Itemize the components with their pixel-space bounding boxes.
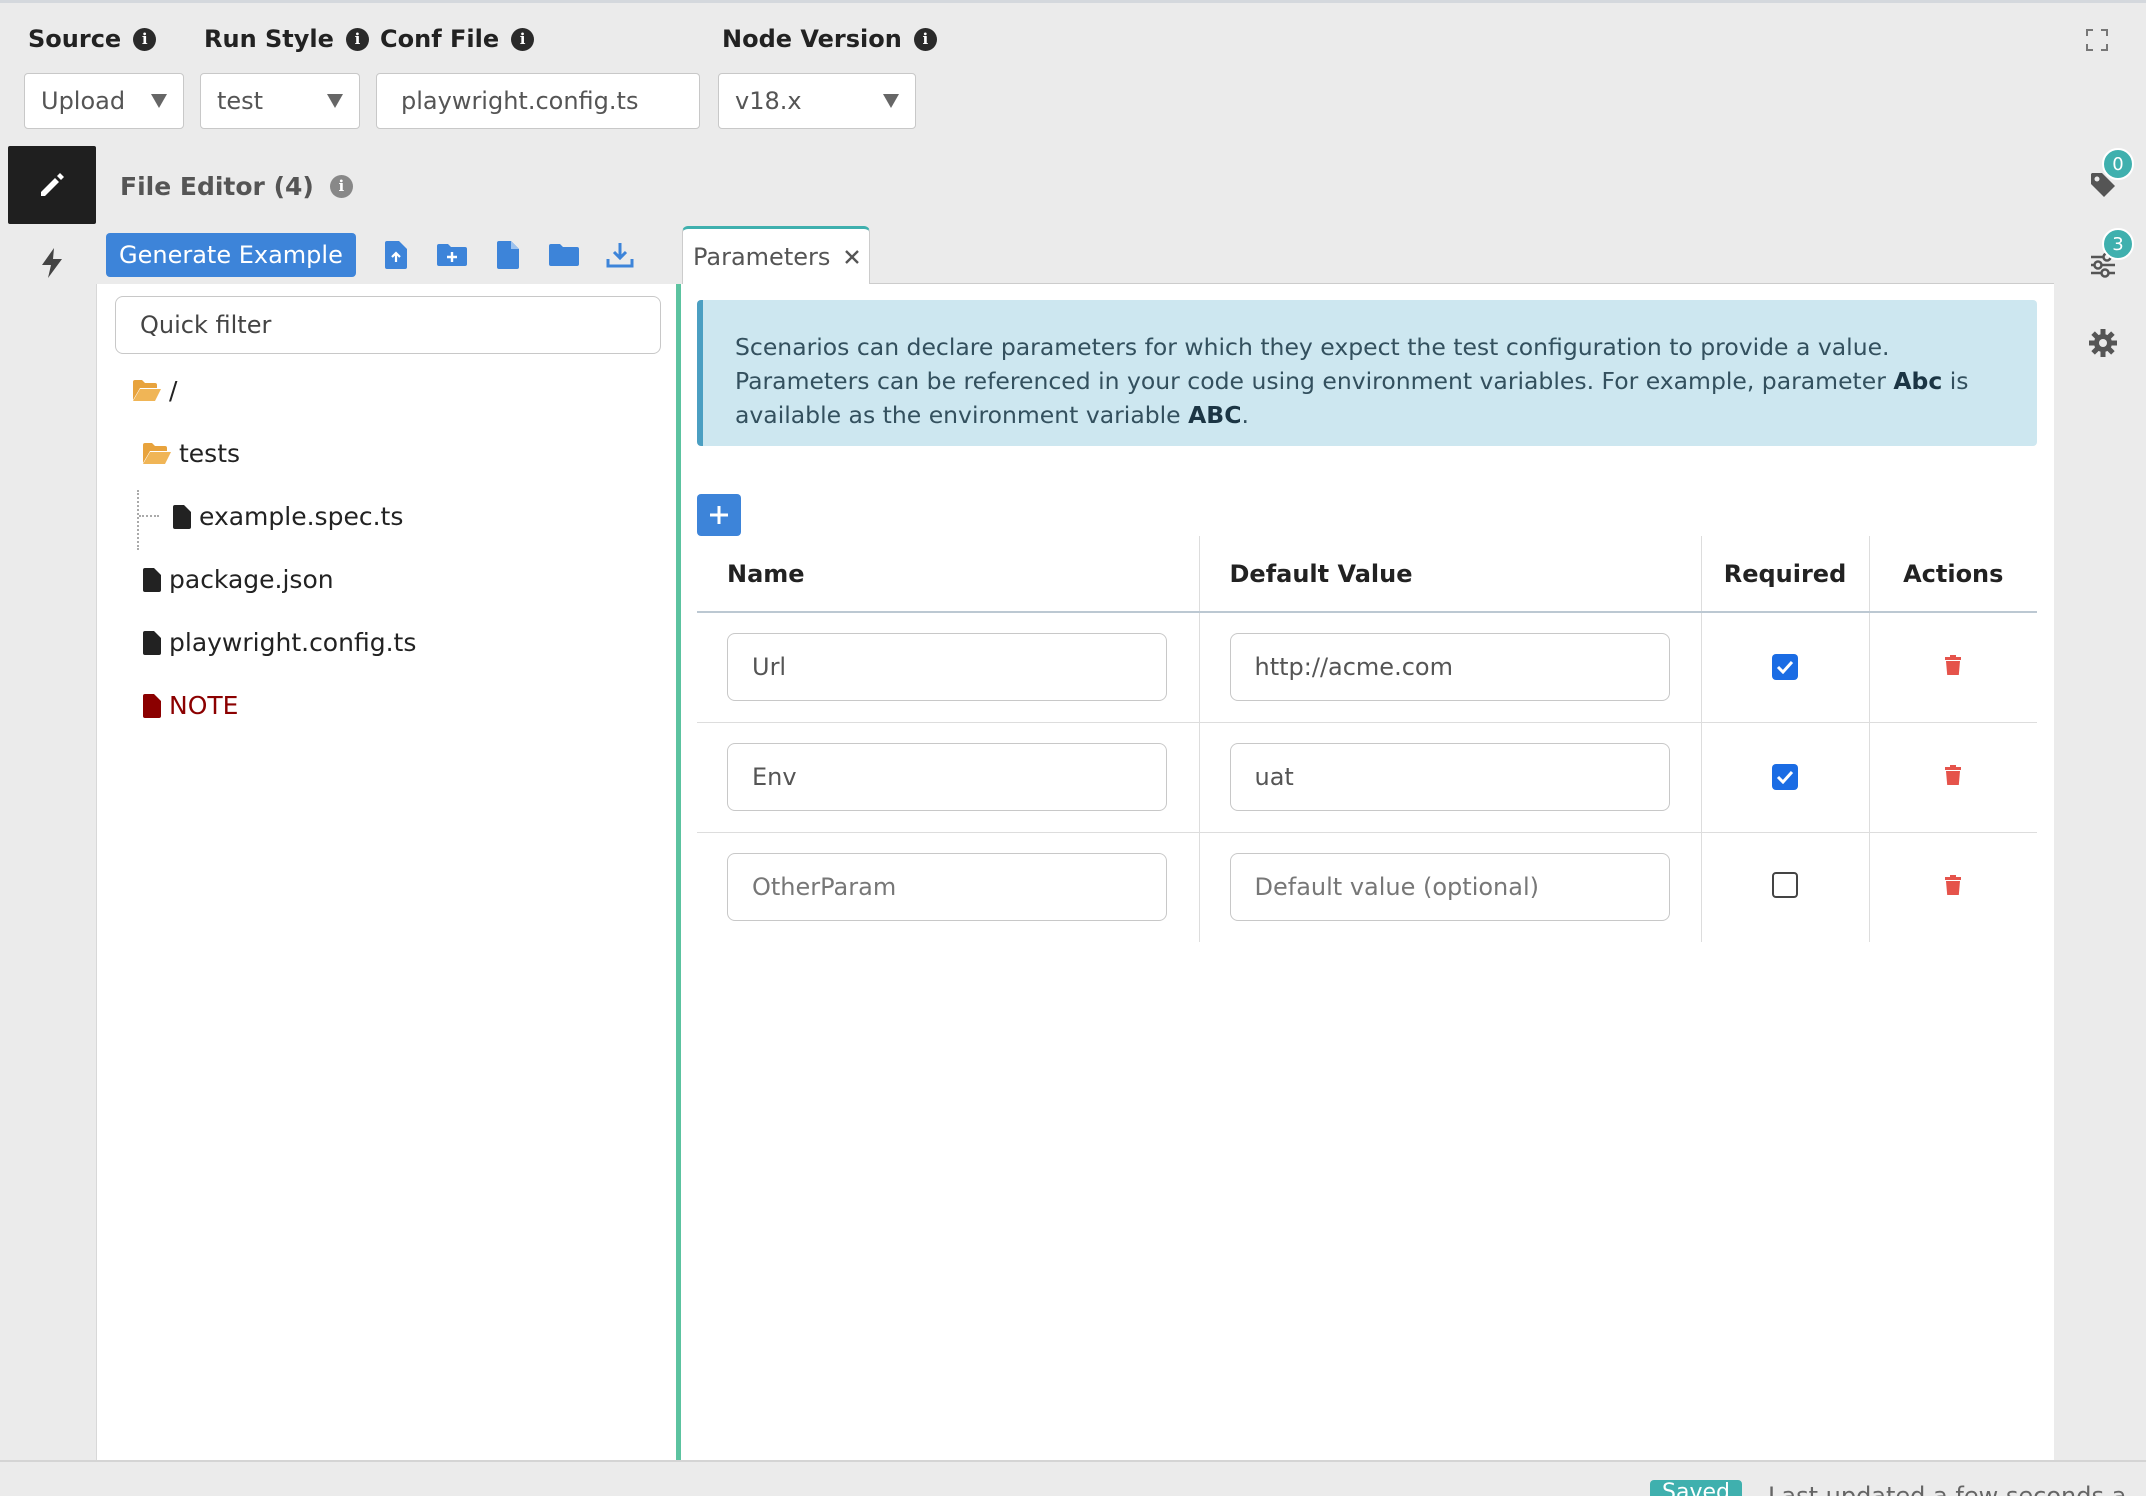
tree-guide-line bbox=[137, 490, 139, 550]
trash-icon[interactable] bbox=[1944, 874, 1962, 896]
parameter-default-input[interactable]: uat bbox=[1229, 743, 1670, 811]
filters-button[interactable]: 3 bbox=[2080, 228, 2134, 288]
chevron-down-icon bbox=[151, 94, 167, 108]
parameter-name-input[interactable]: OtherParam bbox=[727, 853, 1167, 922]
tags-count-badge: 0 bbox=[2102, 148, 2134, 180]
parameters-table: Name Default Value Required Actions Url … bbox=[697, 536, 2037, 942]
tab-parameters[interactable]: Parameters bbox=[682, 226, 870, 284]
new-folder-icon[interactable] bbox=[436, 239, 468, 271]
column-header-default: Default Value bbox=[1198, 536, 1701, 613]
tree-item-example-spec[interactable]: example.spec.ts bbox=[173, 502, 403, 531]
chevron-down-icon bbox=[327, 94, 343, 108]
parameters-panel: Scenarios can declare parameters for whi… bbox=[681, 284, 2054, 1460]
run-style-select[interactable]: test bbox=[200, 73, 360, 129]
required-checkbox[interactable] bbox=[1772, 872, 1798, 899]
parameters-info-alert: Scenarios can declare parameters for whi… bbox=[697, 300, 2037, 446]
file-editor-header: File Editor (4) i bbox=[96, 146, 2054, 226]
file-icon bbox=[143, 567, 161, 592]
generate-example-button[interactable]: Generate Example bbox=[106, 233, 356, 277]
last-updated-text: Last updated a few seconds a bbox=[1768, 1482, 2127, 1496]
info-icon[interactable]: i bbox=[133, 27, 157, 51]
filters-count-badge: 3 bbox=[2102, 228, 2134, 260]
upload-file-icon[interactable] bbox=[380, 239, 412, 271]
info-icon[interactable]: i bbox=[329, 174, 353, 198]
tree-item-playwright-config[interactable]: playwright.config.ts bbox=[143, 628, 416, 657]
file-icon bbox=[143, 630, 161, 655]
file-tree-panel: Quick filter / tests example.spec.ts pac… bbox=[96, 284, 678, 1460]
source-label: Source i bbox=[28, 25, 157, 53]
column-header-actions: Actions bbox=[1868, 536, 2037, 613]
left-rail bbox=[8, 146, 96, 1460]
node-version-label: Node Version i bbox=[722, 25, 937, 53]
parameter-name-input[interactable]: Url bbox=[727, 633, 1167, 702]
editor-rail-button[interactable] bbox=[8, 146, 96, 224]
tree-root[interactable]: / bbox=[133, 376, 177, 405]
run-style-label: Run Style i bbox=[204, 25, 369, 53]
tree-item-note[interactable]: NOTE bbox=[143, 691, 238, 720]
table-row: OtherParam Default value (optional) bbox=[697, 832, 2037, 942]
file-icon bbox=[173, 504, 191, 529]
editor-toolbar: Generate Example bbox=[96, 226, 680, 284]
new-file-icon[interactable] bbox=[492, 239, 524, 271]
download-icon[interactable] bbox=[604, 239, 636, 271]
column-header-name: Name bbox=[697, 536, 1199, 613]
tree-item-tests[interactable]: tests bbox=[143, 439, 240, 468]
parameter-name-input[interactable]: Env bbox=[727, 743, 1167, 811]
plus-icon bbox=[710, 506, 728, 524]
info-icon[interactable]: i bbox=[511, 27, 535, 51]
bolt-icon bbox=[42, 248, 62, 278]
gear-icon bbox=[2089, 329, 2117, 357]
trash-icon[interactable] bbox=[1944, 654, 1962, 676]
table-row: Env uat bbox=[697, 722, 2037, 833]
tags-button[interactable]: 0 bbox=[2080, 148, 2134, 208]
info-icon[interactable]: i bbox=[345, 27, 369, 51]
add-parameter-button[interactable] bbox=[697, 494, 741, 536]
expand-icon[interactable] bbox=[2086, 29, 2108, 51]
chevron-down-icon bbox=[883, 94, 899, 108]
settings-button[interactable] bbox=[2080, 320, 2126, 366]
conf-file-input[interactable]: playwright.config.ts bbox=[376, 73, 700, 129]
right-rail: 0 3 bbox=[2060, 146, 2146, 1460]
column-header-required: Required bbox=[1700, 536, 1869, 613]
folder-open-icon bbox=[133, 379, 161, 401]
folder-open-icon bbox=[143, 442, 171, 464]
table-row: Url http://acme.com bbox=[697, 612, 2037, 723]
tree-guide-line bbox=[139, 515, 159, 517]
quick-filter-input[interactable]: Quick filter bbox=[115, 296, 661, 354]
folder-icon[interactable] bbox=[548, 239, 580, 271]
settings-bar: Source i Run Style i Conf File i Node Ve… bbox=[0, 0, 2146, 144]
node-version-select[interactable]: v18.x bbox=[718, 73, 916, 129]
editor-tabs: Parameters bbox=[682, 226, 2054, 284]
parameter-default-input[interactable]: http://acme.com bbox=[1229, 633, 1670, 702]
tree-item-package-json[interactable]: package.json bbox=[143, 565, 334, 594]
check-icon bbox=[1776, 661, 1794, 675]
parameter-default-input[interactable]: Default value (optional) bbox=[1229, 853, 1670, 922]
trash-icon[interactable] bbox=[1944, 764, 1962, 786]
source-select[interactable]: Upload bbox=[24, 73, 184, 129]
save-button[interactable]: Saved bbox=[1650, 1480, 1742, 1496]
info-icon[interactable]: i bbox=[913, 27, 937, 51]
table-header-row: Name Default Value Required Actions bbox=[697, 536, 2037, 613]
required-checkbox[interactable] bbox=[1772, 654, 1798, 681]
check-icon bbox=[1776, 770, 1794, 784]
required-checkbox[interactable] bbox=[1772, 764, 1798, 790]
triggers-rail-button[interactable] bbox=[8, 224, 96, 302]
file-icon bbox=[143, 693, 161, 718]
close-icon[interactable] bbox=[844, 249, 860, 265]
status-bar: Saved Last updated a few seconds a bbox=[0, 1460, 2146, 1496]
conf-file-label: Conf File i bbox=[380, 25, 535, 53]
pencil-icon bbox=[41, 173, 64, 196]
file-editor-title: File Editor (4) bbox=[120, 171, 314, 201]
